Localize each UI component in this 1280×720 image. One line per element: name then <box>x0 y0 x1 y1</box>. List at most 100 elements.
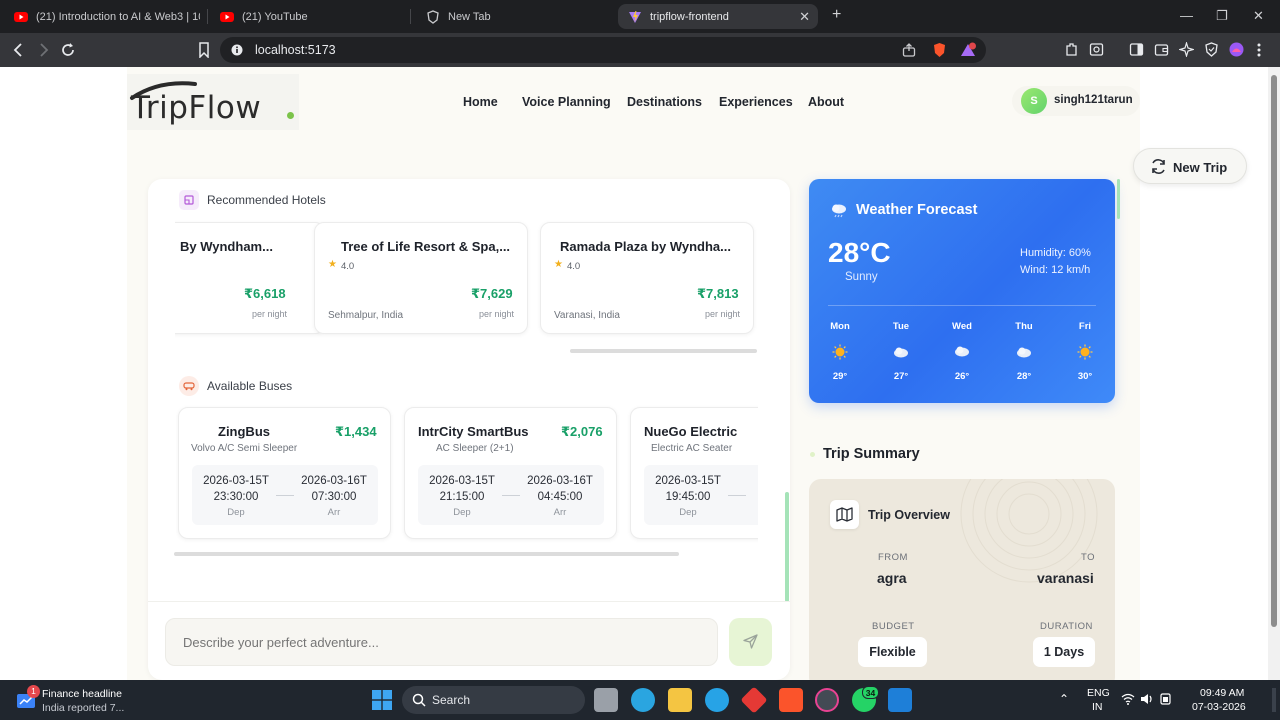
hotel-card[interactable]: Ramada Plaza by Wyndha... ★ 4.0 ₹7,813 V… <box>540 222 754 334</box>
summary-dot <box>810 452 815 457</box>
language-code[interactable]: ENG <box>1087 687 1110 699</box>
reload-icon[interactable] <box>60 42 76 58</box>
new-tab-icon[interactable]: + <box>832 6 841 24</box>
wifi-icon[interactable] <box>1121 693 1135 705</box>
edge-icon[interactable] <box>705 688 729 712</box>
forecast-day: Tue <box>892 321 910 332</box>
news-widget[interactable]: 1 Finance headline India reported 7... <box>10 685 130 716</box>
avatar: S <box>1021 88 1047 114</box>
cloud-icon <box>894 347 908 358</box>
new-trip-button[interactable]: New Trip <box>1133 148 1247 184</box>
close-window-icon[interactable]: ✕ <box>1253 8 1264 24</box>
hotel-location: Varanasi, India <box>554 310 620 321</box>
forward-icon[interactable] <box>38 43 50 57</box>
minimize-icon[interactable]: — <box>1180 8 1193 23</box>
menu-icon[interactable] <box>1256 42 1262 58</box>
brave-shields-icon[interactable] <box>932 42 947 58</box>
buses-scrollbar[interactable] <box>174 552 679 556</box>
to-label: TO <box>1081 552 1096 563</box>
reader-icon[interactable] <box>1089 42 1104 57</box>
cloud-icon <box>955 346 969 357</box>
volume-icon[interactable] <box>1140 693 1154 705</box>
site-info-icon[interactable] <box>231 44 243 56</box>
departure-label: Dep <box>453 507 471 518</box>
wind: Wind: 12 km/h <box>1020 264 1091 276</box>
forecast-temp: 29° <box>832 371 848 382</box>
clock-date[interactable]: 07-03-2026 <box>1192 701 1246 713</box>
leo-ai-icon[interactable] <box>1179 42 1194 57</box>
close-tab-icon[interactable]: ✕ <box>799 9 810 25</box>
maximize-icon[interactable]: ❐ <box>1216 8 1228 24</box>
nav-about[interactable]: About <box>808 95 844 109</box>
clock-time[interactable]: 09:49 AM <box>1200 687 1244 699</box>
wallet-icon[interactable] <box>1154 42 1169 57</box>
share-icon[interactable] <box>902 43 916 57</box>
logo-dot <box>287 112 294 119</box>
buses-section-title: Available Buses <box>207 379 293 393</box>
page-scrollbar[interactable] <box>1268 67 1280 680</box>
tab-ai-web3[interactable]: (21) Introduction to AI & Web3 | 100x... <box>4 4 200 29</box>
hotels-scrollbar[interactable] <box>570 349 757 353</box>
file-explorer-icon[interactable] <box>668 688 692 712</box>
region-code[interactable]: IN <box>1092 701 1103 713</box>
duration-value: 1 Days <box>1033 637 1095 667</box>
duration-label: DURATION <box>1040 621 1093 632</box>
address-bar[interactable]: localhost:5173 <box>220 37 986 63</box>
bus-card[interactable]: ZingBus ₹1,434 Volvo A/C Semi Sleeper 20… <box>178 407 391 539</box>
hotel-name: Tree of Life Resort & Spa,... <box>341 239 511 254</box>
sidebar-scrollbar[interactable] <box>1117 179 1120 219</box>
chatgpt-icon[interactable] <box>815 688 839 712</box>
tray-chevron-icon[interactable]: ⌃ <box>1059 692 1069 706</box>
trip-overview-card: Trip Overview FROM agra TO varanasi BUDG… <box>809 479 1115 680</box>
nav-experiences[interactable]: Experiences <box>719 95 793 109</box>
telegram-icon[interactable] <box>631 688 655 712</box>
hotel-card[interactable]: By Wyndham... ₹6,618 per night <box>175 222 325 334</box>
bus-price: ₹2,076 <box>561 424 603 439</box>
arrival-time: 2026-03-16T04:45:00 <box>527 475 593 503</box>
cloud-icon <box>1017 347 1031 358</box>
price-unit: per night <box>252 309 288 319</box>
battery-icon[interactable] <box>1159 693 1173 705</box>
weather-card: Weather Forecast 28°C Sunny Humidity: 60… <box>809 179 1115 403</box>
bookmark-icon[interactable] <box>198 42 210 58</box>
brave-rewards-icon[interactable] <box>960 42 976 58</box>
chat-input[interactable] <box>165 618 718 666</box>
send-button[interactable] <box>729 618 772 666</box>
vite-icon <box>629 10 641 23</box>
bus-type: Volvo A/C Semi Sleeper <box>191 443 298 454</box>
logo[interactable]: TripFlow <box>127 74 299 130</box>
app-icon[interactable] <box>740 686 768 714</box>
hotel-name: Ramada Plaza by Wyndha... <box>560 239 731 254</box>
brave-icon[interactable] <box>779 688 803 712</box>
hotel-card[interactable]: Tree of Life Resort & Spa,... ★ 4.0 ₹7,6… <box>314 222 528 334</box>
whatsapp-badge: 34 <box>862 686 879 699</box>
vpn-icon[interactable] <box>1204 42 1219 57</box>
time-divider <box>276 495 294 496</box>
forecast-temp: 27° <box>893 371 909 382</box>
panel-scrollbar[interactable] <box>785 492 789 602</box>
bus-card[interactable]: IntrCity SmartBus ₹2,076 AC Sleeper (2+1… <box>404 407 617 539</box>
vscode-icon[interactable] <box>888 688 912 712</box>
extensions-icon[interactable] <box>1064 42 1079 57</box>
bus-icon <box>179 376 199 396</box>
task-view-icon[interactable] <box>594 688 618 712</box>
nav-home[interactable]: Home <box>463 95 498 109</box>
nav-destinations[interactable]: Destinations <box>627 95 702 109</box>
bus-times: 2026-03-15T21:15:00 Dep 2026-03-16T04:45… <box>418 465 604 525</box>
user-menu[interactable]: S singh121tarun <box>1012 86 1140 116</box>
tab-tripflow[interactable]: tripflow-frontend ✕ <box>618 4 818 29</box>
windows-start-icon[interactable] <box>372 690 392 710</box>
tab-new-tab[interactable]: New Tab <box>416 4 612 29</box>
bus-times: 2026-03-15T23:30:00 Dep 2026-03-16T07:30… <box>192 465 378 525</box>
sun-icon <box>1077 344 1093 360</box>
profile-icon[interactable] <box>1229 42 1244 57</box>
bus-card[interactable]: NueGo Electric Electric AC Seater 2026-0… <box>630 407 758 539</box>
weather-title: Weather Forecast <box>856 202 978 218</box>
taskbar-search[interactable]: Search <box>402 686 585 714</box>
from-city: agra <box>877 570 907 586</box>
nav-voice-planning[interactable]: Voice Planning <box>522 95 611 109</box>
back-icon[interactable] <box>12 43 24 57</box>
tab-youtube[interactable]: (21) YouTube <box>210 4 406 29</box>
sidebar-icon[interactable] <box>1129 42 1144 57</box>
show-desktop-button[interactable] <box>1272 688 1276 712</box>
